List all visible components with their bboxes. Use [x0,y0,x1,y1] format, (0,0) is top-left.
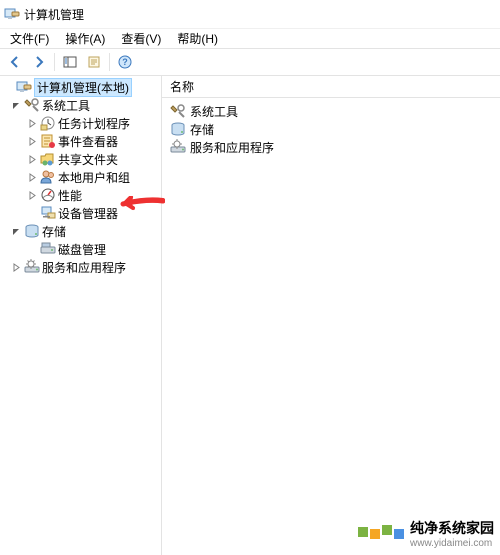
watermark: 纯净系统家园 www.yidaimei.com [358,518,494,549]
tree-disk-management[interactable]: 磁盘管理 [0,240,161,258]
back-button[interactable] [4,51,26,73]
tree-label: 服务和应用程序 [42,259,126,276]
svg-text:?: ? [122,57,128,67]
toolbar-separator [54,53,55,71]
shared-folder-icon [40,151,56,167]
watermark-logo-icon [358,529,404,539]
tree-label: 存储 [42,223,66,240]
tree-device-manager[interactable]: 设备管理器 [0,204,161,222]
tree-task-scheduler[interactable]: 任务计划程序 [0,114,161,132]
tree-pane[interactable]: 计算机管理(本地) 系统工具 任务计划程序 [0,76,162,555]
list-body: 系统工具 存储 服务和应用程序 [162,98,500,160]
menu-bar: 文件(F) 操作(A) 查看(V) 帮助(H) [0,28,500,48]
tree-label: 共享文件夹 [58,151,118,168]
tree-label: 事件查看器 [58,133,118,150]
computer-management-icon [4,6,20,22]
toolbar-separator [109,53,110,71]
list-pane[interactable]: 名称 系统工具 存储 服务和应用程序 [162,76,500,555]
tools-icon [24,97,40,113]
tree-label: 系统工具 [42,97,90,114]
list-item[interactable]: 存储 [166,120,496,138]
chevron-right-icon[interactable] [26,117,38,129]
tree-system-tools[interactable]: 系统工具 [0,96,161,114]
tree-label: 性能 [58,187,82,204]
tools-icon [170,103,186,119]
list-item-label: 服务和应用程序 [190,139,274,156]
tree-storage[interactable]: 存储 [0,222,161,240]
list-item[interactable]: 服务和应用程序 [166,138,496,156]
properties-button[interactable] [83,51,105,73]
chevron-right-icon[interactable] [10,261,22,273]
tree-services-apps[interactable]: 服务和应用程序 [0,258,161,276]
chevron-down-icon[interactable] [10,225,22,237]
chevron-right-icon[interactable] [26,171,38,183]
tree-performance[interactable]: 性能 [0,186,161,204]
storage-icon [24,223,40,239]
tree-shared-folders[interactable]: 共享文件夹 [0,150,161,168]
watermark-text-block: 纯净系统家园 www.yidaimei.com [410,518,494,549]
tree-label: 磁盘管理 [58,241,106,258]
event-log-icon [40,133,56,149]
menu-view[interactable]: 查看(V) [113,28,169,49]
toolbar: ? [0,48,500,76]
disk-icon [40,241,56,257]
tree-local-users[interactable]: 本地用户和组 [0,168,161,186]
tree-label: 任务计划程序 [58,115,130,132]
tree-label: 设备管理器 [58,205,118,222]
tree-event-viewer[interactable]: 事件查看器 [0,132,161,150]
tree-label: 本地用户和组 [58,169,130,186]
list-header-name[interactable]: 名称 [162,76,500,98]
computer-management-icon [16,79,32,95]
list-item[interactable]: 系统工具 [166,102,496,120]
watermark-url: www.yidaimei.com [410,538,494,549]
chevron-right-icon[interactable] [26,135,38,147]
chevron-right-icon[interactable] [26,153,38,165]
watermark-text: 纯净系统家园 [410,518,494,538]
menu-help[interactable]: 帮助(H) [169,28,226,49]
device-manager-icon [40,205,56,221]
services-icon [24,259,40,275]
window-title: 计算机管理 [24,6,84,23]
chevron-right-icon[interactable] [26,189,38,201]
menu-action[interactable]: 操作(A) [57,28,113,49]
clock-icon [40,115,56,131]
expander-icon[interactable] [2,81,14,93]
main-panes: 计算机管理(本地) 系统工具 任务计划程序 [0,76,500,555]
performance-icon [40,187,56,203]
forward-button[interactable] [28,51,50,73]
title-bar: 计算机管理 [0,0,500,28]
storage-icon [170,121,186,137]
services-icon [170,139,186,155]
tree-label: 计算机管理(本地) [34,78,132,97]
users-icon [40,169,56,185]
tree-root-computer-management[interactable]: 计算机管理(本地) [0,78,161,96]
list-item-label: 存储 [190,121,214,138]
chevron-down-icon[interactable] [10,99,22,111]
menu-file[interactable]: 文件(F) [2,28,57,49]
show-hide-tree-button[interactable] [59,51,81,73]
list-item-label: 系统工具 [190,103,238,120]
help-button[interactable]: ? [114,51,136,73]
